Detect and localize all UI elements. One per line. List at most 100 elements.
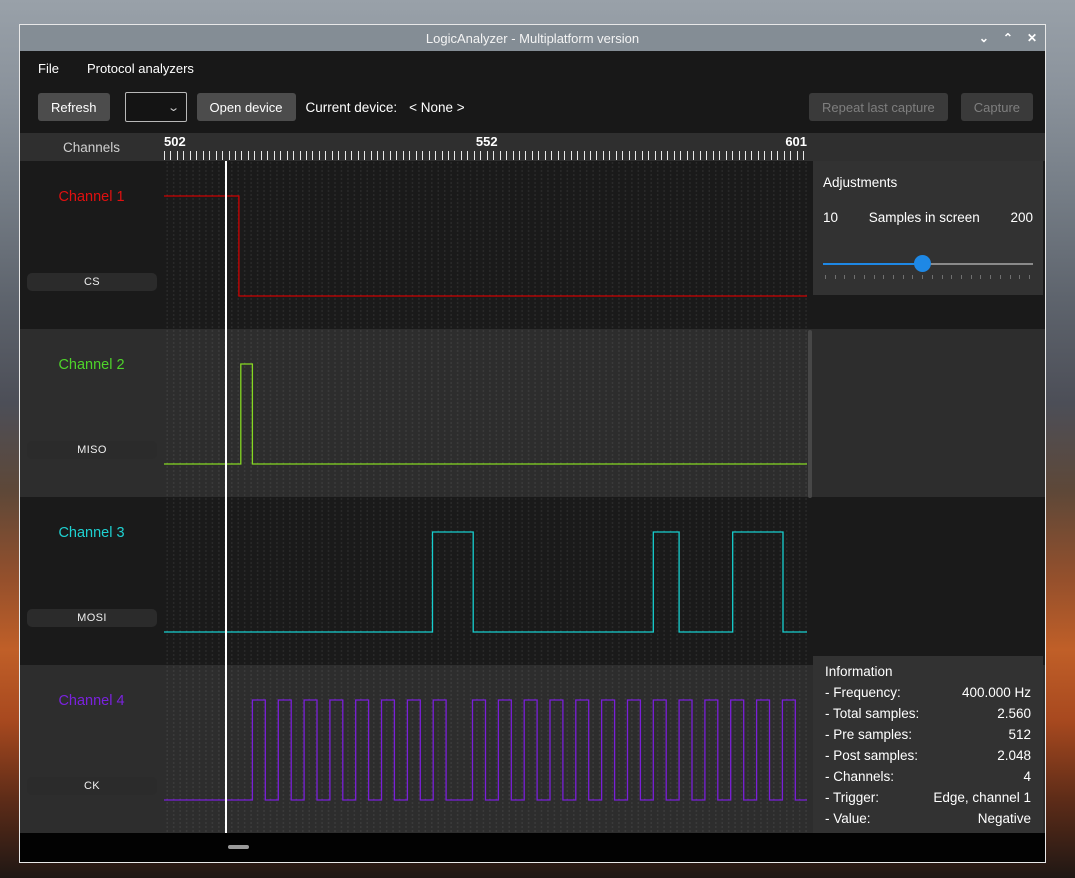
info-label: - Trigger: xyxy=(825,787,879,808)
adjustments-title: Adjustments xyxy=(823,175,1033,190)
toolbar: Refresh ⌄ Open device Current device: < … xyxy=(20,85,1045,129)
ruler-tick xyxy=(474,151,475,160)
channel-badge-mosi[interactable]: MOSI xyxy=(27,609,157,627)
minimize-button[interactable]: ⌄ xyxy=(979,32,989,44)
slider-tick xyxy=(951,275,952,279)
information-panel: Information - Frequency:400.000 Hz- Tota… xyxy=(813,656,1043,833)
ruler-tick xyxy=(700,151,701,160)
slider-tick xyxy=(990,275,991,279)
ruler-tick xyxy=(241,151,242,160)
info-row: - Channels:4 xyxy=(825,766,1031,787)
ruler-tick xyxy=(648,151,649,160)
ruler-tick xyxy=(409,151,410,160)
ruler-tick xyxy=(500,151,501,160)
ruler-tick xyxy=(429,151,430,160)
info-label: - Frequency: xyxy=(825,682,901,703)
ruler-tick xyxy=(564,151,565,160)
ruler-tick xyxy=(248,151,249,160)
ruler-tick xyxy=(319,151,320,160)
vertical-scrollbar-thumb[interactable] xyxy=(808,330,812,498)
ruler-tick xyxy=(635,151,636,160)
app-window: LogicAnalyzer - Multiplatform version ⌄⌃… xyxy=(19,24,1046,863)
channel-badge-miso[interactable]: MISO xyxy=(27,441,157,459)
adjustments-panel: Adjustments 10 Samples in screen 200 xyxy=(813,161,1043,295)
ruler-tick xyxy=(590,151,591,160)
menu-item-protocol-analyzers[interactable]: Protocol analyzers xyxy=(87,61,194,76)
channel-name-2[interactable]: Channel 2 xyxy=(20,357,163,373)
ruler-tick xyxy=(300,151,301,160)
menu-item-file[interactable]: File xyxy=(38,61,59,76)
ruler-tick xyxy=(622,151,623,160)
slider-tick xyxy=(1029,275,1030,279)
slider-tick xyxy=(912,275,913,279)
horizontal-scrollbar-thumb[interactable] xyxy=(228,845,249,849)
ruler-tick xyxy=(442,151,443,160)
slider-tickmarks xyxy=(823,275,1033,281)
wave-line-ck xyxy=(164,700,807,800)
repeat-last-capture-button[interactable]: Repeat last capture xyxy=(809,93,948,121)
ruler-tick xyxy=(390,151,391,160)
ruler-tick xyxy=(719,151,720,160)
ruler-tick xyxy=(325,151,326,160)
title-bar[interactable]: LogicAnalyzer - Multiplatform version ⌄⌃… xyxy=(20,25,1045,51)
slider-tick xyxy=(971,275,972,279)
ruler-tick xyxy=(203,151,204,160)
ruler-tick xyxy=(170,151,171,160)
ruler-tick xyxy=(764,151,765,160)
ruler-tick xyxy=(306,151,307,160)
device-select[interactable]: ⌄ xyxy=(125,92,187,122)
ruler-tick xyxy=(209,151,210,160)
information-rows: - Frequency:400.000 Hz- Total samples:2.… xyxy=(825,682,1031,829)
ruler-tick xyxy=(751,151,752,160)
info-row: - Value: Negative xyxy=(825,808,1031,829)
info-label: - Post samples: xyxy=(825,745,918,766)
horizontal-scrollbar[interactable] xyxy=(20,833,1045,862)
wave-line-mosi xyxy=(164,532,807,632)
slider-tick xyxy=(883,275,884,279)
ruler-tick xyxy=(661,151,662,160)
ruler-tick xyxy=(287,151,288,160)
ruler-tick xyxy=(377,151,378,160)
slider-tick xyxy=(893,275,894,279)
ruler-label-552: 552 xyxy=(476,134,498,149)
ruler-tick xyxy=(345,151,346,160)
trigger-cursor-line[interactable] xyxy=(225,161,227,840)
info-row: - Total samples:2.560 xyxy=(825,703,1031,724)
slider-tick xyxy=(961,275,962,279)
channel-name-4[interactable]: Channel 4 xyxy=(20,693,163,709)
ruler-tick xyxy=(461,151,462,160)
info-label: - Value: xyxy=(825,808,871,829)
info-label: - Total samples: xyxy=(825,703,919,724)
info-row: - Pre samples:512 xyxy=(825,724,1031,745)
ruler-tick xyxy=(338,151,339,160)
slider-tick xyxy=(854,275,855,279)
waveform-plot xyxy=(164,161,807,833)
channel-badge-ck[interactable]: CK xyxy=(27,777,157,795)
channel-name-3[interactable]: Channel 3 xyxy=(20,525,163,541)
open-device-button[interactable]: Open device xyxy=(197,93,296,121)
ruler-tick xyxy=(454,151,455,160)
samples-slider[interactable] xyxy=(823,255,1033,273)
channel-badge-cs[interactable]: CS xyxy=(27,273,157,291)
info-value: 4 xyxy=(1023,766,1031,787)
refresh-button[interactable]: Refresh xyxy=(38,93,110,121)
maximize-button[interactable]: ⌃ xyxy=(1003,32,1013,44)
capture-button[interactable]: Capture xyxy=(961,93,1033,121)
ruler-tick xyxy=(596,151,597,160)
ruler-tick xyxy=(254,151,255,160)
info-row: - Post samples:2.048 xyxy=(825,745,1031,766)
ruler-tick xyxy=(416,151,417,160)
ruler-tick xyxy=(422,151,423,160)
wave-line-cs xyxy=(164,196,807,296)
info-value: Negative xyxy=(978,808,1031,829)
samples-min-value: 10 xyxy=(823,210,838,225)
ruler-tick xyxy=(674,151,675,160)
channel-name-1[interactable]: Channel 1 xyxy=(20,189,163,205)
close-button[interactable]: ✕ xyxy=(1027,32,1037,44)
slider-tick xyxy=(844,275,845,279)
samples-max-value: 200 xyxy=(1010,210,1033,225)
ruler-tick xyxy=(603,151,604,160)
slider-thumb[interactable] xyxy=(914,255,931,272)
ruler-tick xyxy=(274,151,275,160)
desktop-background: LogicAnalyzer - Multiplatform version ⌄⌃… xyxy=(0,0,1075,878)
